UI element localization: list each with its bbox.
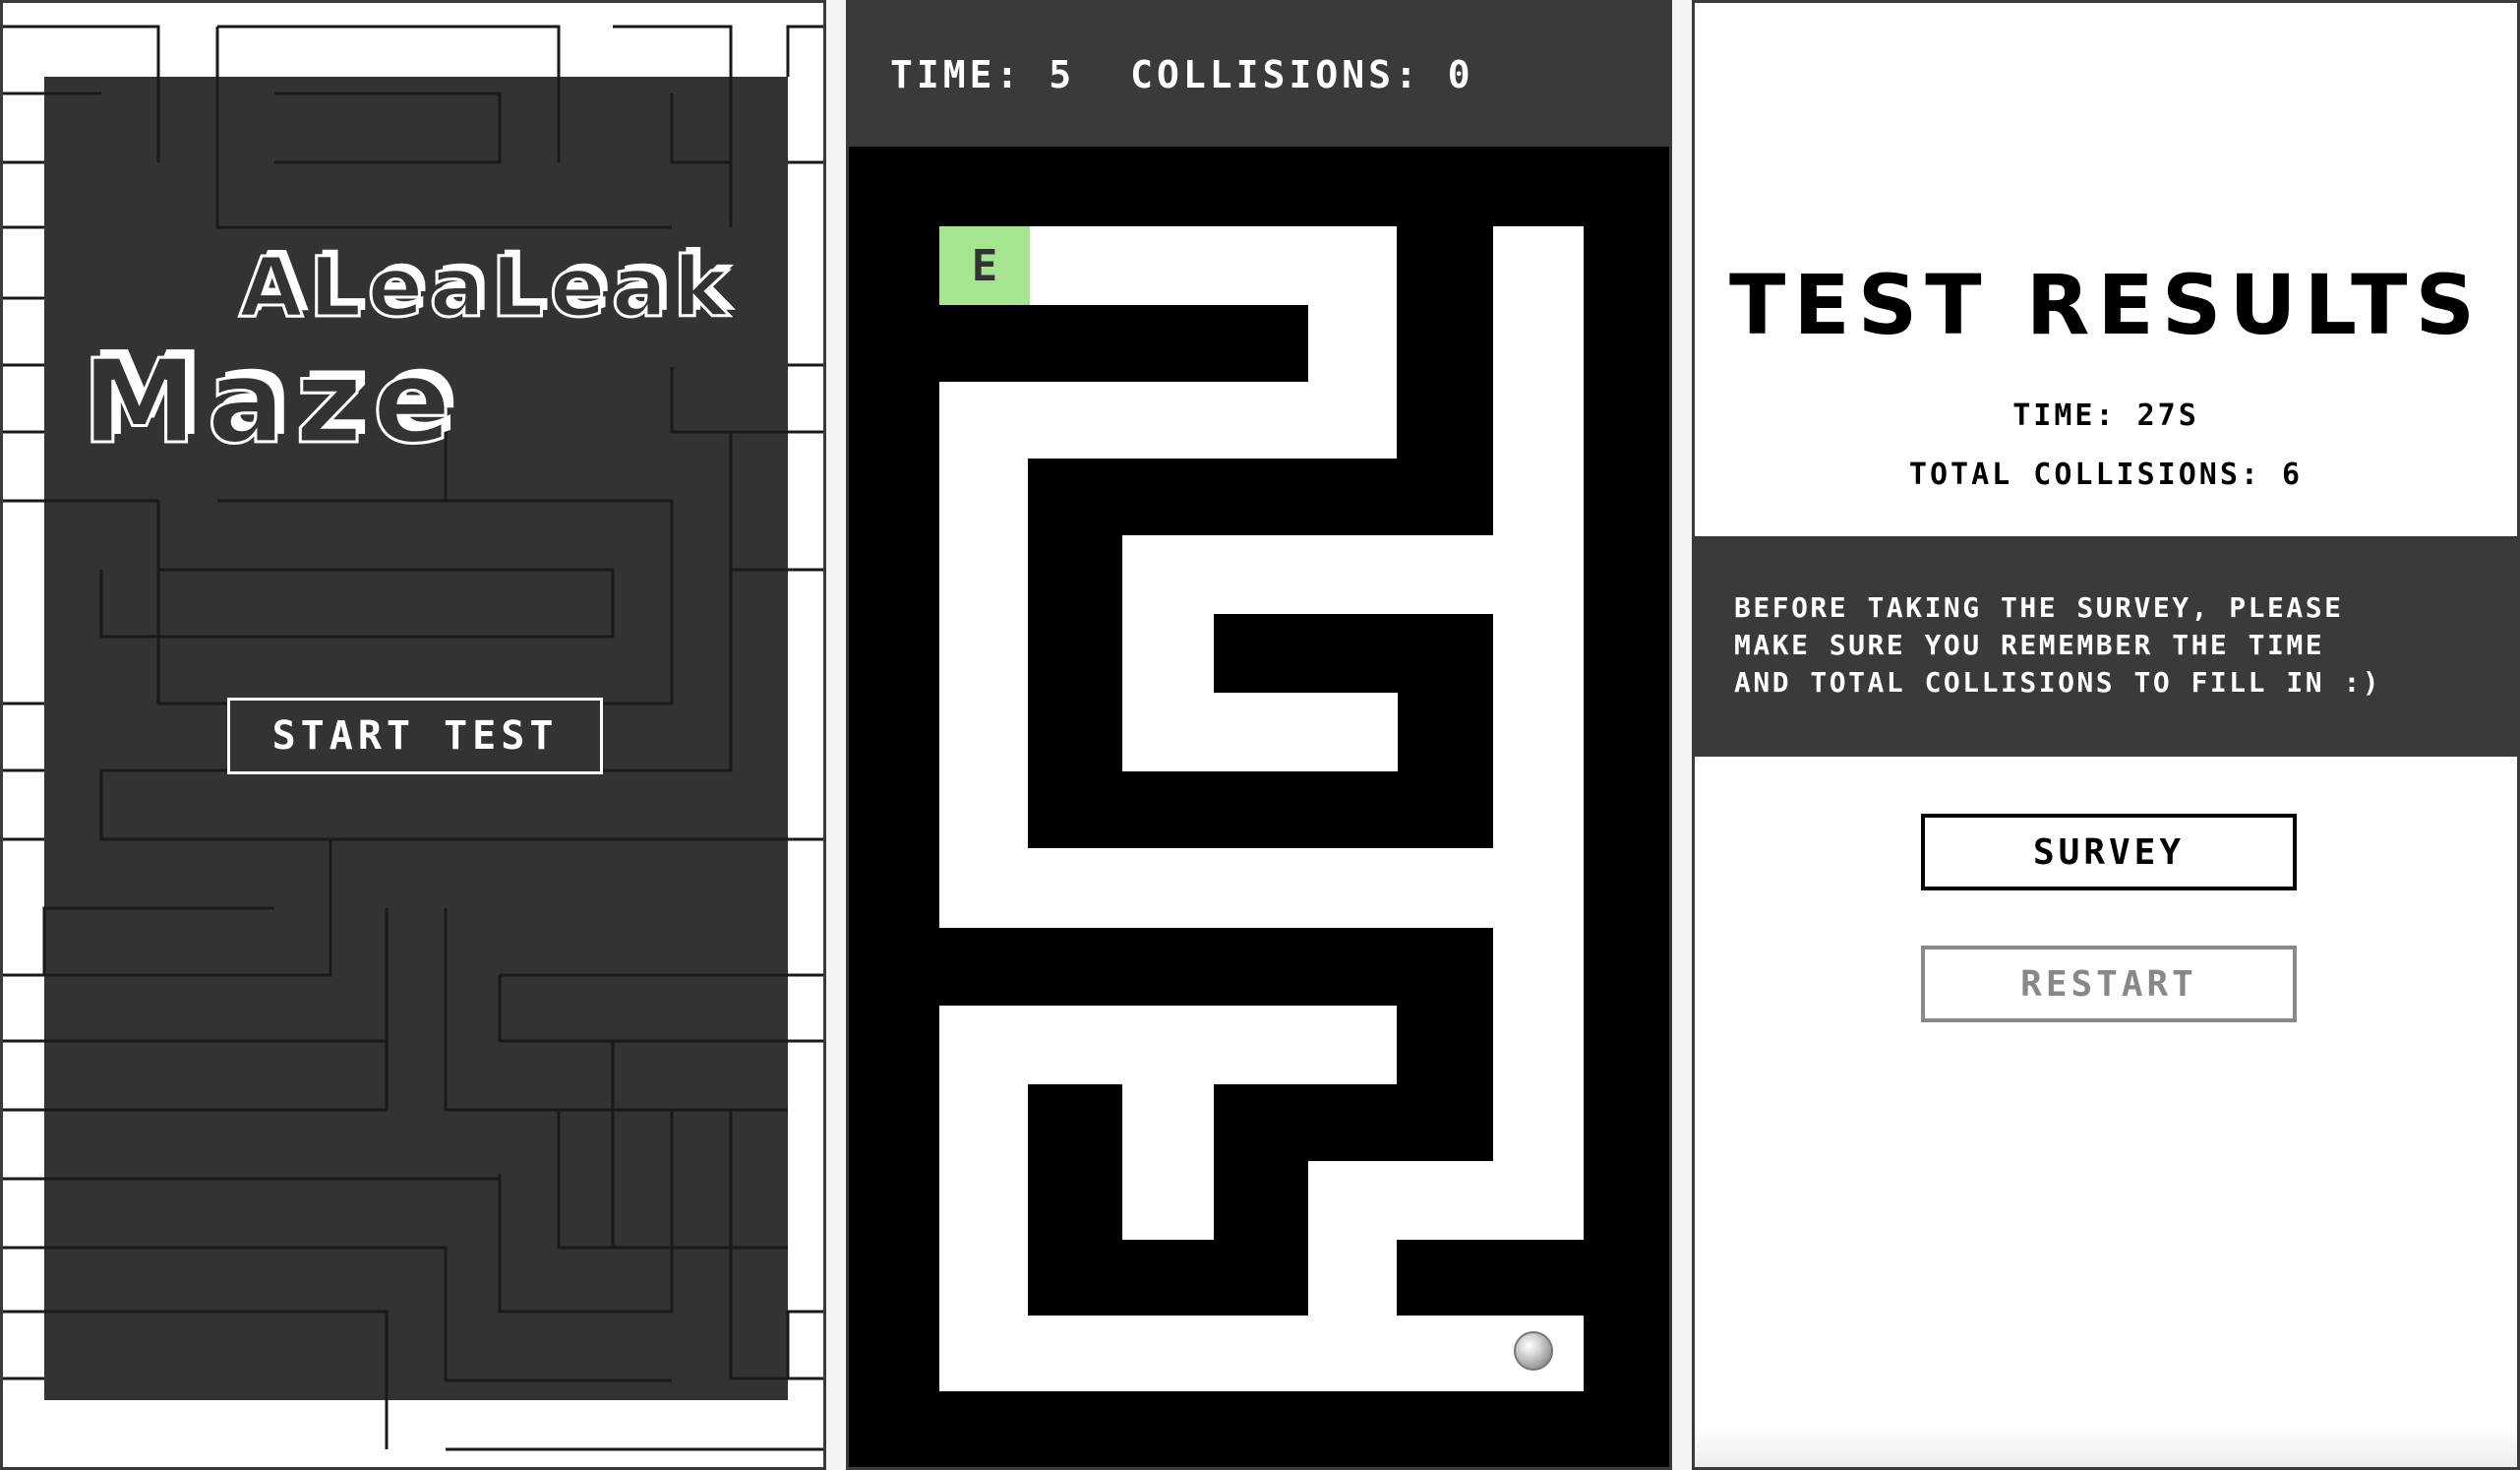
notice-line: MAKE SURE YOU REMEMBER THE TIME xyxy=(1734,629,2325,661)
logo-line-2: Maze xyxy=(81,333,461,471)
bottom-fade xyxy=(1695,1428,2517,1467)
results-screen: TEST RESULTS TIME: 27S TOTAL COLLISIONS:… xyxy=(1692,0,2520,1470)
player-ball[interactable] xyxy=(1514,1331,1553,1371)
time-stat: TIME: 5 xyxy=(890,53,1075,96)
restart-button[interactable]: RESTART xyxy=(1921,946,2297,1022)
notice-line: BEFORE TAKING THE SURVEY, PLEASE xyxy=(1734,591,2344,624)
collisions-stat: COLLISIONS: 0 xyxy=(1130,53,1473,96)
title-screen: ALeaLeak Maze START TEST xyxy=(0,0,826,1470)
maze-paths xyxy=(939,226,1584,1391)
result-collisions: TOTAL COLLISIONS: 6 xyxy=(1908,458,2304,492)
time-value: 5 xyxy=(1049,53,1076,96)
game-hud: TIME: 5 COLLISIONS: 0 xyxy=(849,3,1669,147)
result-time: TIME: 27S xyxy=(2012,398,2199,433)
maze-exit: E xyxy=(939,226,1030,305)
collisions-value: 0 xyxy=(1447,53,1474,96)
maze-board xyxy=(939,226,1584,1391)
collisions-label: COLLISIONS: xyxy=(1130,53,1421,96)
results-title: TEST RESULTS xyxy=(1729,257,2483,353)
time-label: TIME: xyxy=(890,53,1023,96)
notice-line: AND TOTAL COLLISIONS TO FILL IN :) xyxy=(1734,666,2382,699)
game-screen: TIME: 5 COLLISIONS: 0 E xyxy=(846,0,1672,1470)
start-test-button[interactable]: START TEST xyxy=(227,698,603,774)
survey-notice: BEFORE TAKING THE SURVEY, PLEASE MAKE SU… xyxy=(1695,536,2517,757)
game-logo: ALeaLeak Maze xyxy=(81,238,770,475)
logo-line-1: ALeaLeak xyxy=(237,238,735,337)
survey-button[interactable]: SURVEY xyxy=(1921,814,2297,890)
